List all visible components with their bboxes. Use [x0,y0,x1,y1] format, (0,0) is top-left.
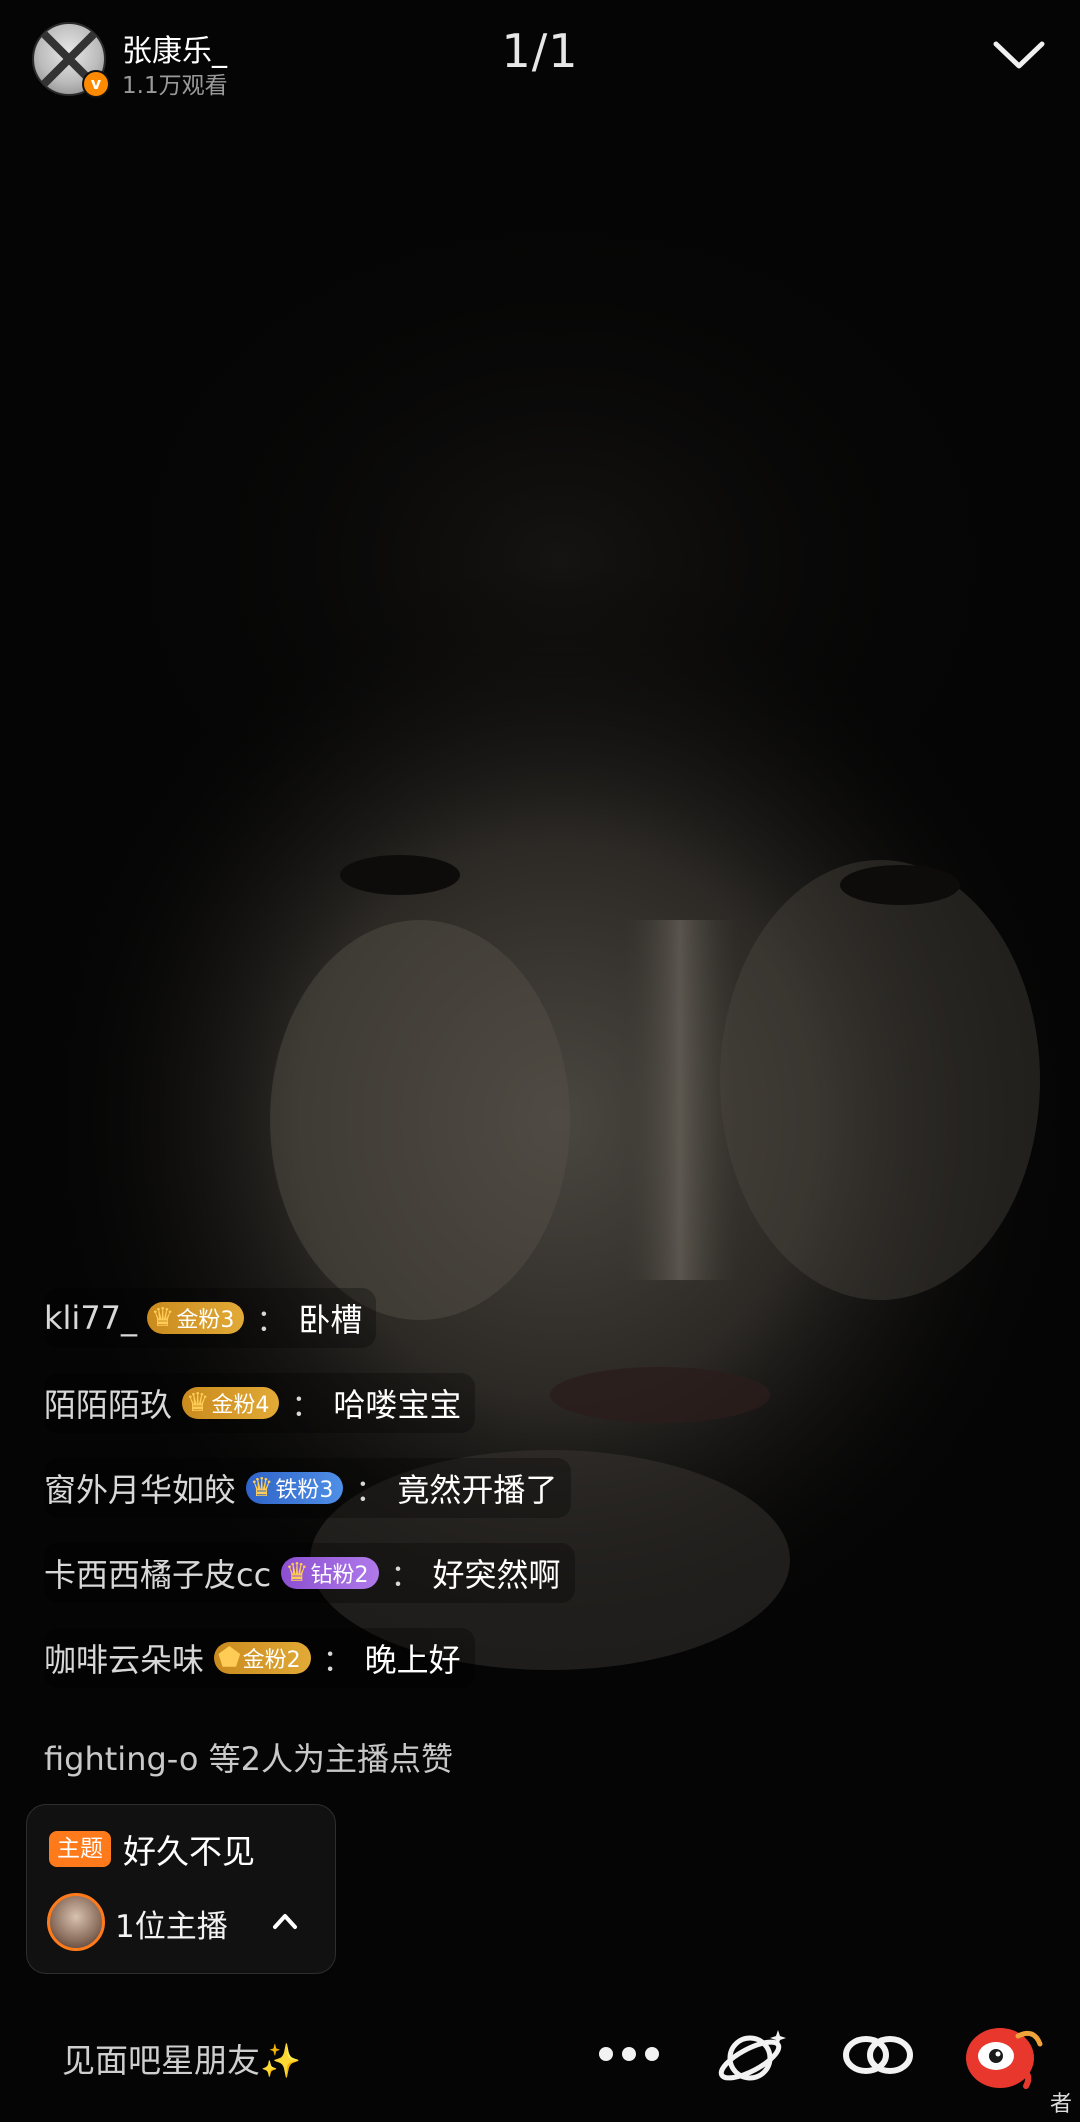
chat-message[interactable]: 咖啡云朵味 ⬟ 金粉2 ： 晚上好 [44,1628,475,1688]
crown-icon: ♛ [250,1473,274,1503]
chat-text: 好突然啊 [432,1556,561,1594]
live-stream-screen: v 张康乐_ 1.1万观看 1/1 kli77_ ♛ 金粉3 ： 卧槽 陌陌陌玖… [0,0,1080,2122]
fan-badge-label: 金粉4 [211,1393,270,1418]
chat-text: 竟然开播了 [397,1471,558,1509]
fan-badge: ♛ 金粉4 [182,1387,280,1419]
planet-icon[interactable] [716,2024,792,2086]
fan-badge-label: 金粉2 [242,1648,301,1673]
chat-message[interactable]: 陌陌陌玖 ♛ 金粉4 ： 哈喽宝宝 [44,1373,476,1433]
topic-tag: 主题 [49,1831,111,1867]
chat-colon: ： [355,1474,386,1509]
more-dots-icon[interactable] [594,2032,664,2076]
chat-colon: ： [256,1304,287,1339]
crown-icon: ♛ [151,1303,175,1333]
collapse-chevron-icon[interactable] [990,36,1048,76]
fan-badge-label: 金粉3 [176,1308,235,1333]
chat-username: 陌陌陌玖 [44,1386,173,1424]
fan-badge: ⬟ 金粉2 [214,1642,311,1674]
corner-glyph: 者 [1050,2092,1073,2117]
chat-message[interactable]: 窗外月华如皎 ♛ 铁粉3 ： 竟然开播了 [44,1458,572,1518]
chat-username: 咖啡云朵味 [44,1641,205,1679]
chat-message[interactable]: 卡西西橘子皮cc ♛ 钻粉2 ： 好突然啊 [44,1543,575,1603]
comment-input[interactable]: 见面吧星朋友✨ [62,2034,301,2082]
chat-username: 窗外月华如皎 [44,1471,237,1509]
chat-text: 卧槽 [298,1301,363,1339]
fan-badge-label: 钻粉2 [310,1563,369,1588]
chat-colon: ： [322,1644,353,1679]
chat-username: 卡西西橘子皮cc [44,1556,272,1594]
chevron-up-icon[interactable] [271,1909,299,1933]
app-logo-icon[interactable] [962,2018,1044,2094]
chat-text: 晚上好 [364,1641,461,1679]
fan-badge: ♛ 钻粉2 [281,1557,379,1589]
chat-colon: ： [291,1389,322,1424]
fan-badge-label: 铁粉3 [275,1478,334,1503]
topic-card[interactable]: 主题 好久不见 1位主播 [26,1804,336,1974]
host-count: 1位主播 [115,1909,228,1945]
like-notice: fighting-o 等2人为主播点赞 [44,1740,454,1778]
link-icon[interactable] [840,2030,916,2080]
chat-colon: ： [390,1559,421,1594]
crown-icon: ♛ [186,1388,210,1418]
topic-title: 好久不见 [123,1832,255,1871]
crown-icon: ♛ [285,1558,309,1588]
host-avatar-small[interactable] [47,1893,105,1951]
fan-badge: ♛ 金粉3 [147,1302,245,1334]
gem-icon: ⬟ [218,1643,241,1673]
chat-username: kli77_ [44,1299,138,1337]
page-counter: 1/1 [501,24,579,78]
fan-badge: ♛ 铁粉3 [246,1472,344,1504]
chat-message[interactable]: kli77_ ♛ 金粉3 ： 卧槽 [44,1288,377,1348]
chat-text: 哈喽宝宝 [333,1386,462,1424]
